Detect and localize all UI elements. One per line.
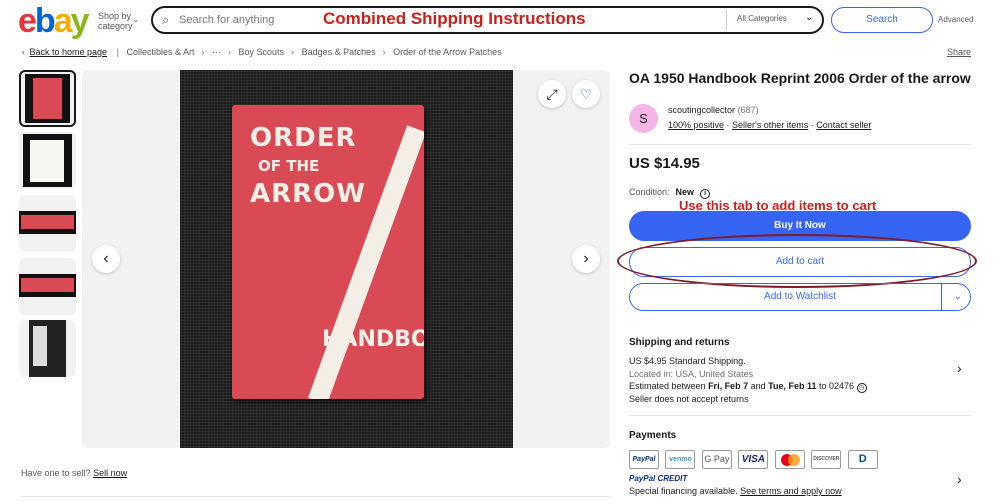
main-product-image[interactable]: ORDER OF THE ARROW HANDBOOK ‹ › ⤢ ♡ [82,70,610,448]
combined-shipping-overlay: Combined Shipping Instructions [323,9,586,28]
annotation-ellipse [617,234,977,288]
chevron-down-icon: ⌄ [805,12,814,23]
add-to-cart-annotation: Use this tab to add items to cart [679,198,877,213]
breadcrumb-item[interactable]: Badges & Patches [302,47,376,57]
shop-by-category[interactable]: Shop by category ⌄ [98,11,140,31]
seller-name[interactable]: scoutingcollector [668,105,735,115]
breadcrumb-item[interactable]: Order of the Arrow Patches [393,47,502,57]
heart-icon[interactable]: ♡ [572,80,600,108]
chevron-right-icon[interactable]: › [957,360,962,376]
payment-methods: PayPal venmo G Pay VISA DISCOVER D [629,450,880,469]
category-select[interactable]: All Categories [737,14,787,23]
contact-seller-link[interactable]: Contact seller [816,120,871,130]
expand-icon[interactable]: ⤢ [538,80,566,108]
clock-icon[interactable]: ◷ [856,383,867,393]
google-pay-icon: G Pay [701,450,732,469]
search-button[interactable]: Search [831,7,933,33]
discover-icon: DISCOVER [811,450,842,469]
search-icon: ⌕ [162,12,170,27]
price: US $14.95 [629,155,700,172]
thumbnail-1[interactable] [19,70,76,127]
see-terms-link[interactable]: See terms and apply now [740,486,842,496]
sell-prompt: Have one to sell? Sell now [21,468,128,478]
listing-title: OA 1950 Handbook Reprint 2006 Order of t… [629,70,971,86]
feedback-count[interactable]: (687) [738,105,759,115]
shipping-heading: Shipping and returns [629,337,730,348]
sell-now-link[interactable]: Sell now [93,468,127,478]
chevron-right-icon[interactable]: › [957,471,962,487]
thumbnail-5[interactable] [19,320,76,377]
handbook-cover: ORDER OF THE ARROW HANDBOOK [232,105,424,399]
chevron-down-icon[interactable]: ⌄ [954,284,962,310]
divider [629,144,971,145]
paypal-icon: PayPal [629,450,659,469]
breadcrumb-item[interactable]: Boy Scouts [239,47,285,57]
venmo-icon: venmo [665,450,696,469]
advanced-search-link[interactable]: Advanced [938,15,974,24]
next-image-button[interactable]: › [572,245,600,273]
thumbnail-4[interactable] [19,258,76,315]
diners-club-icon: D [847,450,878,469]
back-to-home-link[interactable]: Back to home page [30,47,108,57]
back-arrow-icon: ‹ [22,47,25,57]
financing-note: Special financing available. See terms a… [629,486,842,496]
thumbnail-3[interactable] [19,195,76,252]
chevron-down-icon: ⌄ [132,14,140,24]
divider [21,496,610,497]
thumbnail-2[interactable] [19,132,76,189]
divider [629,415,971,416]
breadcrumb-more[interactable]: ··· [212,47,221,57]
paypal-credit-logo: PayPal CREDIT [629,474,688,483]
breadcrumb-item[interactable]: Collectibles & Art [126,47,194,57]
ebay-logo[interactable]: ebay [18,2,90,41]
breadcrumb: ‹ Back to home page | Collectibles & Art… [22,47,502,57]
search-bar: ⌕ Combined Shipping Instructions All Cat… [151,6,824,34]
payments-heading: Payments [629,430,677,441]
mastercard-icon [774,450,805,469]
share-link[interactable]: Share [947,47,971,57]
search-input[interactable] [179,11,299,29]
previous-image-button[interactable]: ‹ [92,245,120,273]
visa-icon: VISA [738,450,769,469]
seller-other-items-link[interactable]: Seller's other items [732,120,808,130]
shipping-details: US $4.95 Standard Shipping. Located in: … [629,355,949,406]
avatar[interactable]: S [629,104,658,133]
divider [726,11,727,29]
positive-feedback-link[interactable]: 100% positive [668,120,724,130]
add-to-watchlist-button[interactable]: Add to Watchlist ⌄ [629,283,971,311]
